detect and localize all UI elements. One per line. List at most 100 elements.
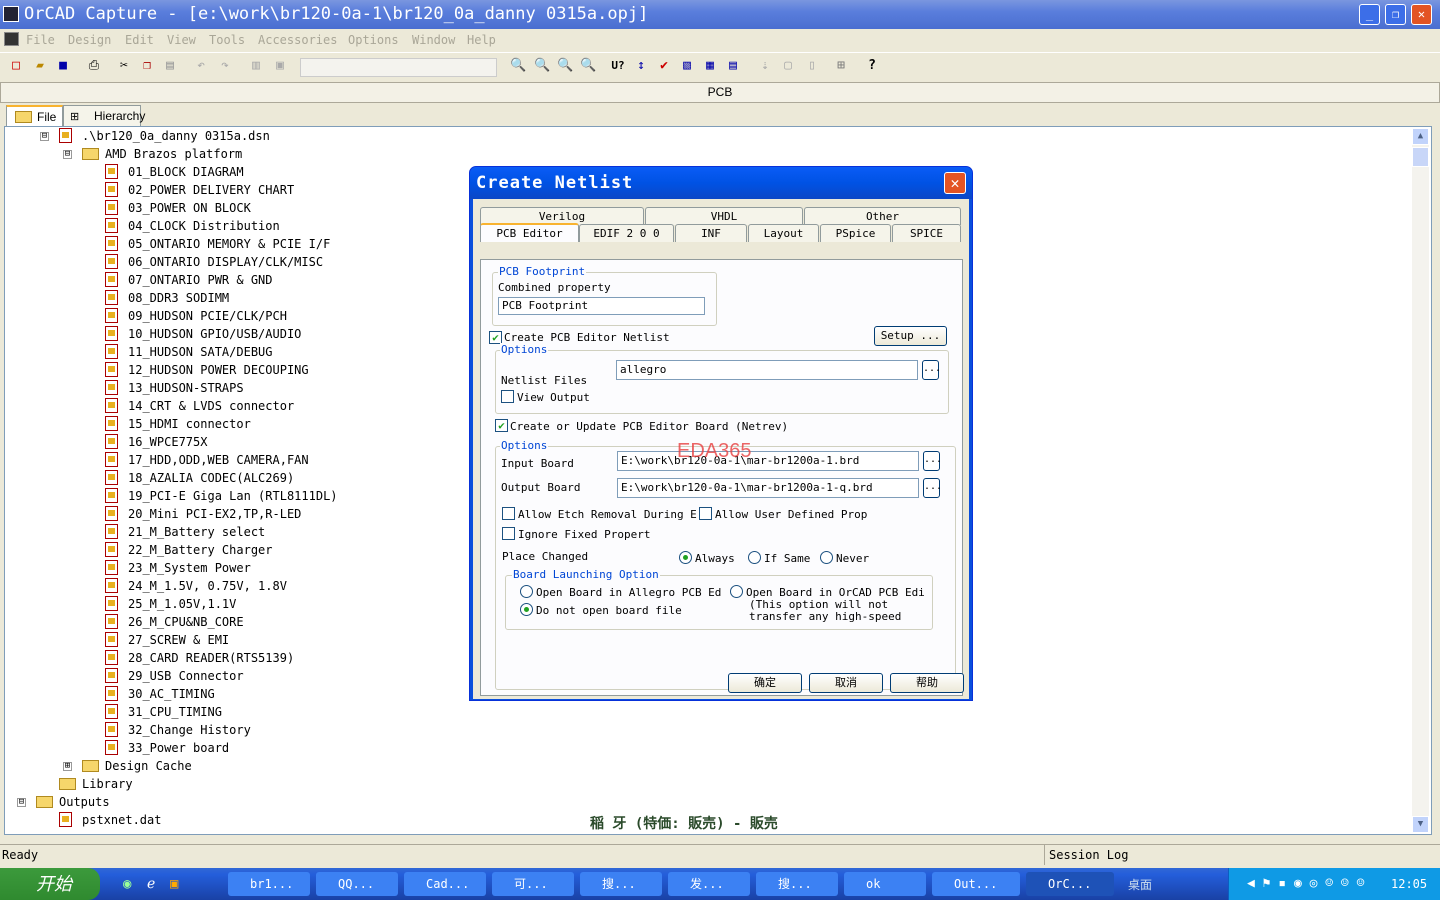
scroll-down-button[interactable]: ▼ — [1412, 816, 1429, 833]
tree-page-item[interactable]: 31_CPU_TIMING — [105, 703, 222, 721]
scroll-thumb[interactable] — [1412, 147, 1429, 167]
combined-property-input[interactable]: PCB Footprint — [498, 297, 705, 315]
tree-page-item[interactable]: 19_PCI-E Giga Lan (RTL8111DL) — [105, 487, 338, 505]
tree-page-item[interactable]: 13_HUDSON-STRAPS — [105, 379, 244, 397]
menu-edit[interactable]: Edit — [125, 33, 154, 47]
start-button[interactable]: 开始 — [0, 868, 100, 900]
tree-page-item[interactable]: 24_M_1.5V, 0.75V, 1.8V — [105, 577, 287, 595]
tree-page-item[interactable]: 25_M_1.05V,1.1V — [105, 595, 236, 613]
task-outlook[interactable]: Out... — [932, 872, 1020, 896]
tree-page-item[interactable]: 26_M_CPU&NB_CORE — [105, 613, 244, 631]
tree-page-item[interactable]: 09_HUDSON PCIE/CLK/PCH — [105, 307, 287, 325]
ignore-fixed-checkbox[interactable] — [502, 527, 515, 540]
tree-page-item[interactable]: 17_HDD,ODD,WEB CAMERA,FAN — [105, 451, 309, 469]
tree-page-item[interactable]: 15_HDMI connector — [105, 415, 251, 433]
open-icon[interactable]: ▰ — [32, 58, 48, 74]
input-board-input[interactable]: E:\work\br120-0a-1\mar-br1200a-1.brd — [617, 451, 919, 471]
tab-layout[interactable]: Layout — [748, 224, 819, 242]
view-output-checkbox[interactable] — [501, 390, 514, 403]
area-select-icon[interactable]: ▢ — [780, 58, 796, 74]
zoom-out-icon[interactable]: 🔍 — [534, 58, 550, 74]
tab-spice[interactable]: SPICE — [892, 224, 961, 242]
cancel-button[interactable]: 取消 — [809, 673, 883, 693]
task-ok[interactable]: ok — [844, 872, 926, 896]
new-icon[interactable]: □ — [8, 58, 24, 74]
menu-accessories[interactable]: Accessories — [258, 33, 337, 47]
tab-other[interactable]: Other — [804, 207, 961, 225]
zoom-in-icon[interactable]: 🔍 — [510, 58, 526, 74]
expand-toggle[interactable]: ⊟ — [40, 132, 49, 141]
redo-icon[interactable]: ↷ — [217, 58, 233, 74]
maximize-button[interactable]: ❐ — [1385, 4, 1406, 25]
zoom-area-icon[interactable]: 🔍 — [557, 58, 573, 74]
tab-edif[interactable]: EDIF 2 0 0 — [579, 224, 674, 242]
expand-toggle[interactable]: ⊞ — [63, 762, 72, 771]
tree-page-item[interactable]: 11_HUDSON SATA/DEBUG — [105, 343, 273, 361]
menu-file[interactable]: File — [26, 33, 55, 47]
hierarchy-icon[interactable]: ⊞ — [833, 58, 849, 74]
tree-outputs[interactable]: Outputs — [36, 793, 110, 811]
tab-pspice[interactable]: PSpice — [820, 224, 891, 242]
input-board-browse[interactable]: ... — [923, 451, 942, 471]
tree-page-item[interactable]: 02_POWER DELIVERY CHART — [105, 181, 294, 199]
tree-root-design[interactable]: .\br120_0a_danny 0315a.dsn — [59, 127, 270, 145]
place-always-radio[interactable] — [679, 551, 692, 564]
tab-vhdl[interactable]: VHDL — [645, 207, 803, 225]
tree-output-file[interactable]: pstxnet.dat — [59, 811, 161, 829]
task-br1[interactable]: br1... — [228, 872, 310, 896]
setup-button[interactable]: Setup ... — [874, 326, 947, 346]
tab-pcb-editor[interactable]: PCB Editor — [480, 223, 579, 242]
help-icon[interactable]: ? — [864, 58, 880, 74]
zoom-all-icon[interactable]: 🔍 — [580, 58, 596, 74]
snap-icon[interactable]: ⇣ — [757, 58, 773, 74]
netlist-files-browse[interactable]: ... — [922, 360, 941, 380]
place-if-same-radio[interactable] — [748, 551, 761, 564]
cascade-icon[interactable]: ▣ — [272, 58, 288, 74]
tree-page-item[interactable]: 01_BLOCK DIAGRAM — [105, 163, 244, 181]
session-log-label[interactable]: Session Log — [1044, 845, 1128, 865]
tree-page-item[interactable]: 23_M_System Power — [105, 559, 251, 577]
cut-icon[interactable]: ✂ — [116, 58, 132, 74]
dialog-close-button[interactable]: ✕ — [944, 172, 966, 194]
ie-quicklaunch-icon[interactable]: ℯ — [147, 876, 155, 892]
tree-library[interactable]: Library — [59, 775, 133, 793]
tab-file[interactable]: File — [6, 105, 63, 126]
tree-page-item[interactable]: 27_SCREW & EMI — [105, 631, 229, 649]
expand-toggle[interactable]: ⊟ — [17, 798, 26, 807]
tray-icons[interactable]: ◀ ⚑ ▪ ◉ ◎ ☺ ☺ ☺ — [1247, 868, 1364, 900]
app-quicklaunch-icon[interactable]: ▣ — [170, 876, 178, 892]
place-never-radio[interactable] — [820, 551, 833, 564]
task-ke[interactable]: 可... — [492, 872, 574, 896]
tree-page-item[interactable]: 16_WPCE775X — [105, 433, 207, 451]
output-board-input[interactable]: E:\work\br120-0a-1\mar-br1200a-1-q.brd — [617, 478, 919, 498]
scroll-up-button[interactable]: ▲ — [1412, 128, 1429, 145]
tab-hierarchy[interactable]: ⊞ Hierarchy — [63, 105, 145, 126]
netlist-icon[interactable]: ▧ — [679, 58, 695, 74]
qq-quicklaunch-icon[interactable]: ◉ — [123, 876, 131, 892]
task-qq[interactable]: QQ... — [316, 872, 398, 896]
task-orcad[interactable]: OrC... — [1026, 872, 1114, 896]
print-icon[interactable]: ⎙ — [86, 58, 102, 74]
menu-view[interactable]: View — [167, 33, 196, 47]
tree-page-item[interactable]: 05_ONTARIO MEMORY & PCIE I/F — [105, 235, 330, 253]
tree-folder-schematic[interactable]: AMD Brazos platform — [82, 145, 242, 163]
tree-page-item[interactable]: 28_CARD READER(RTS5139) — [105, 649, 294, 667]
paste-icon[interactable]: ▤ — [162, 58, 178, 74]
launch-orcad-radio[interactable] — [730, 585, 743, 598]
tree-page-item[interactable]: 12_HUDSON POWER DECOUPING — [105, 361, 309, 379]
allow-user-checkbox[interactable] — [699, 507, 712, 520]
expand-toggle[interactable]: ⊟ — [63, 150, 72, 159]
tree-page-item[interactable]: 18_AZALIA CODEC(ALC269) — [105, 469, 294, 487]
tree-page-item[interactable]: 08_DDR3 SODIMM — [105, 289, 229, 307]
back-annotate-icon[interactable]: ↕ — [633, 58, 649, 74]
tree-page-item[interactable]: 20_Mini PCI-EX2,TP,R-LED — [105, 505, 301, 523]
tab-inf[interactable]: INF — [675, 224, 747, 242]
task-cad[interactable]: Cad... — [404, 872, 486, 896]
menu-options[interactable]: Options — [348, 33, 399, 47]
netlist-files-input[interactable]: allegro — [616, 360, 918, 380]
launch-allegro-radio[interactable] — [520, 585, 533, 598]
tree-page-item[interactable]: 30_AC_TIMING — [105, 685, 215, 703]
copy-icon[interactable]: ❐ — [139, 58, 155, 74]
task-fa[interactable]: 发... — [668, 872, 750, 896]
help-button[interactable]: 帮助 — [890, 673, 964, 693]
